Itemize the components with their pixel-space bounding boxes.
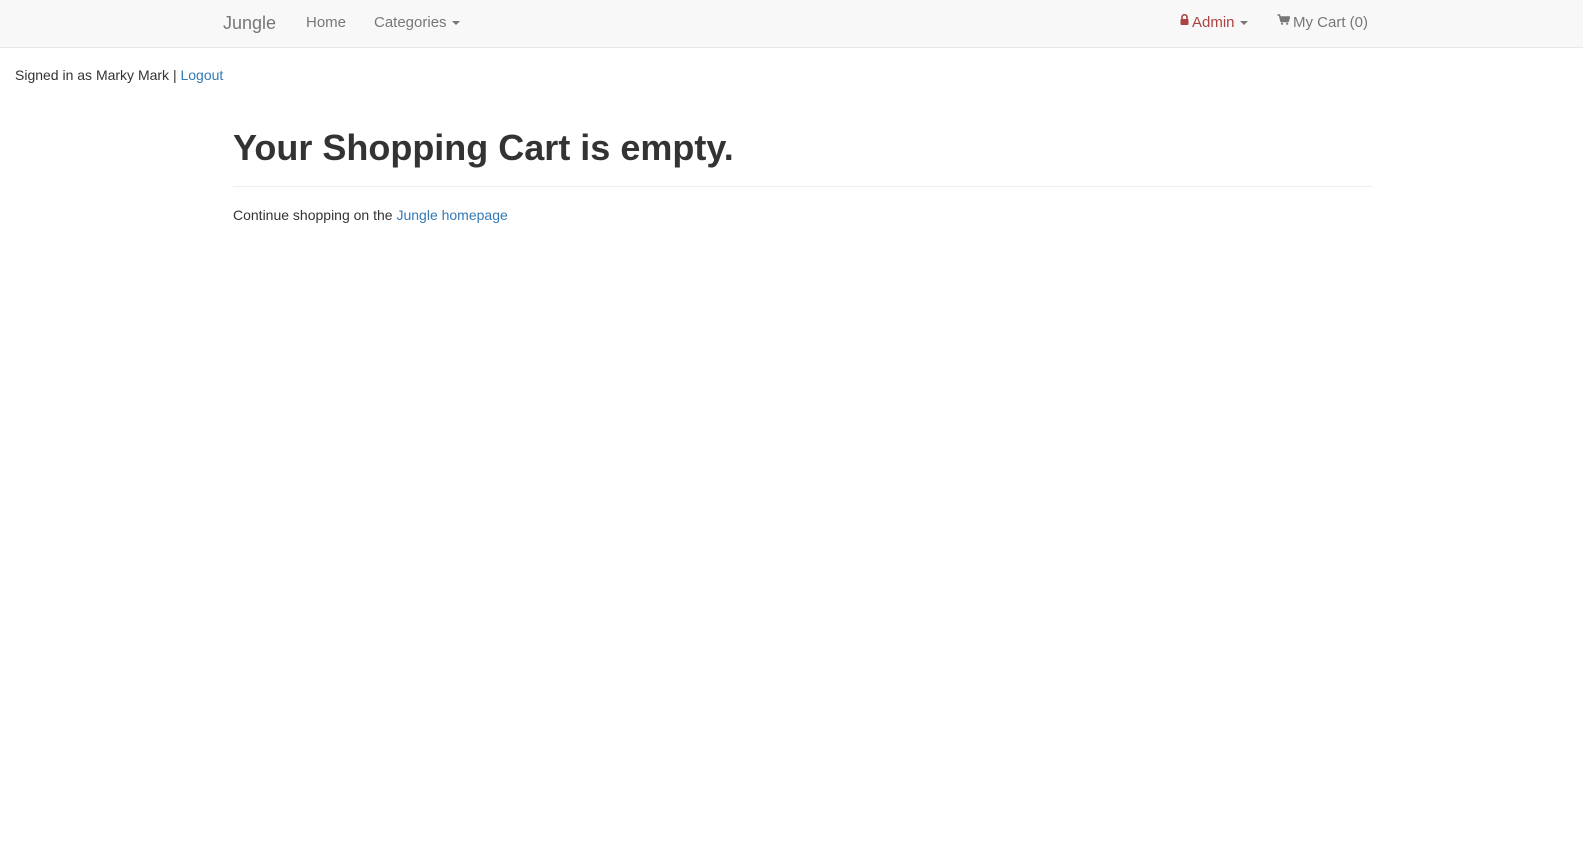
brand-link[interactable]: Jungle [223, 0, 276, 46]
logout-link[interactable]: Logout [180, 67, 223, 83]
cart-icon [1277, 0, 1291, 44]
caret-down-icon [451, 21, 460, 26]
caret-down-icon [1239, 21, 1248, 26]
navbar: Jungle Home Categories Admin My Cart (0) [0, 0, 1583, 48]
signed-in-text: Signed in as Marky Mark | [15, 67, 177, 83]
session-bar: Signed in as Marky Mark | Logout [15, 67, 223, 83]
cart-label: My Cart (0) [1293, 14, 1368, 31]
nav-home-link[interactable]: Home [306, 0, 346, 46]
homepage-link[interactable]: Jungle homepage [396, 207, 507, 223]
nav-cart-link[interactable]: My Cart (0) [1277, 0, 1368, 46]
nav-categories-dropdown[interactable]: Categories [374, 0, 460, 46]
categories-label: Categories [374, 14, 447, 31]
continue-text: Continue shopping on the [233, 206, 393, 223]
admin-label: Admin [1192, 14, 1235, 31]
cart-page: Your Shopping Cart is empty. Continue sh… [233, 118, 1373, 223]
page-title: Your Shopping Cart is empty. [233, 118, 1373, 187]
lock-icon [1180, 0, 1189, 44]
nav-admin-dropdown[interactable]: Admin [1180, 0, 1248, 46]
continue-shopping: Continue shopping on the Jungle homepage [233, 207, 1373, 223]
